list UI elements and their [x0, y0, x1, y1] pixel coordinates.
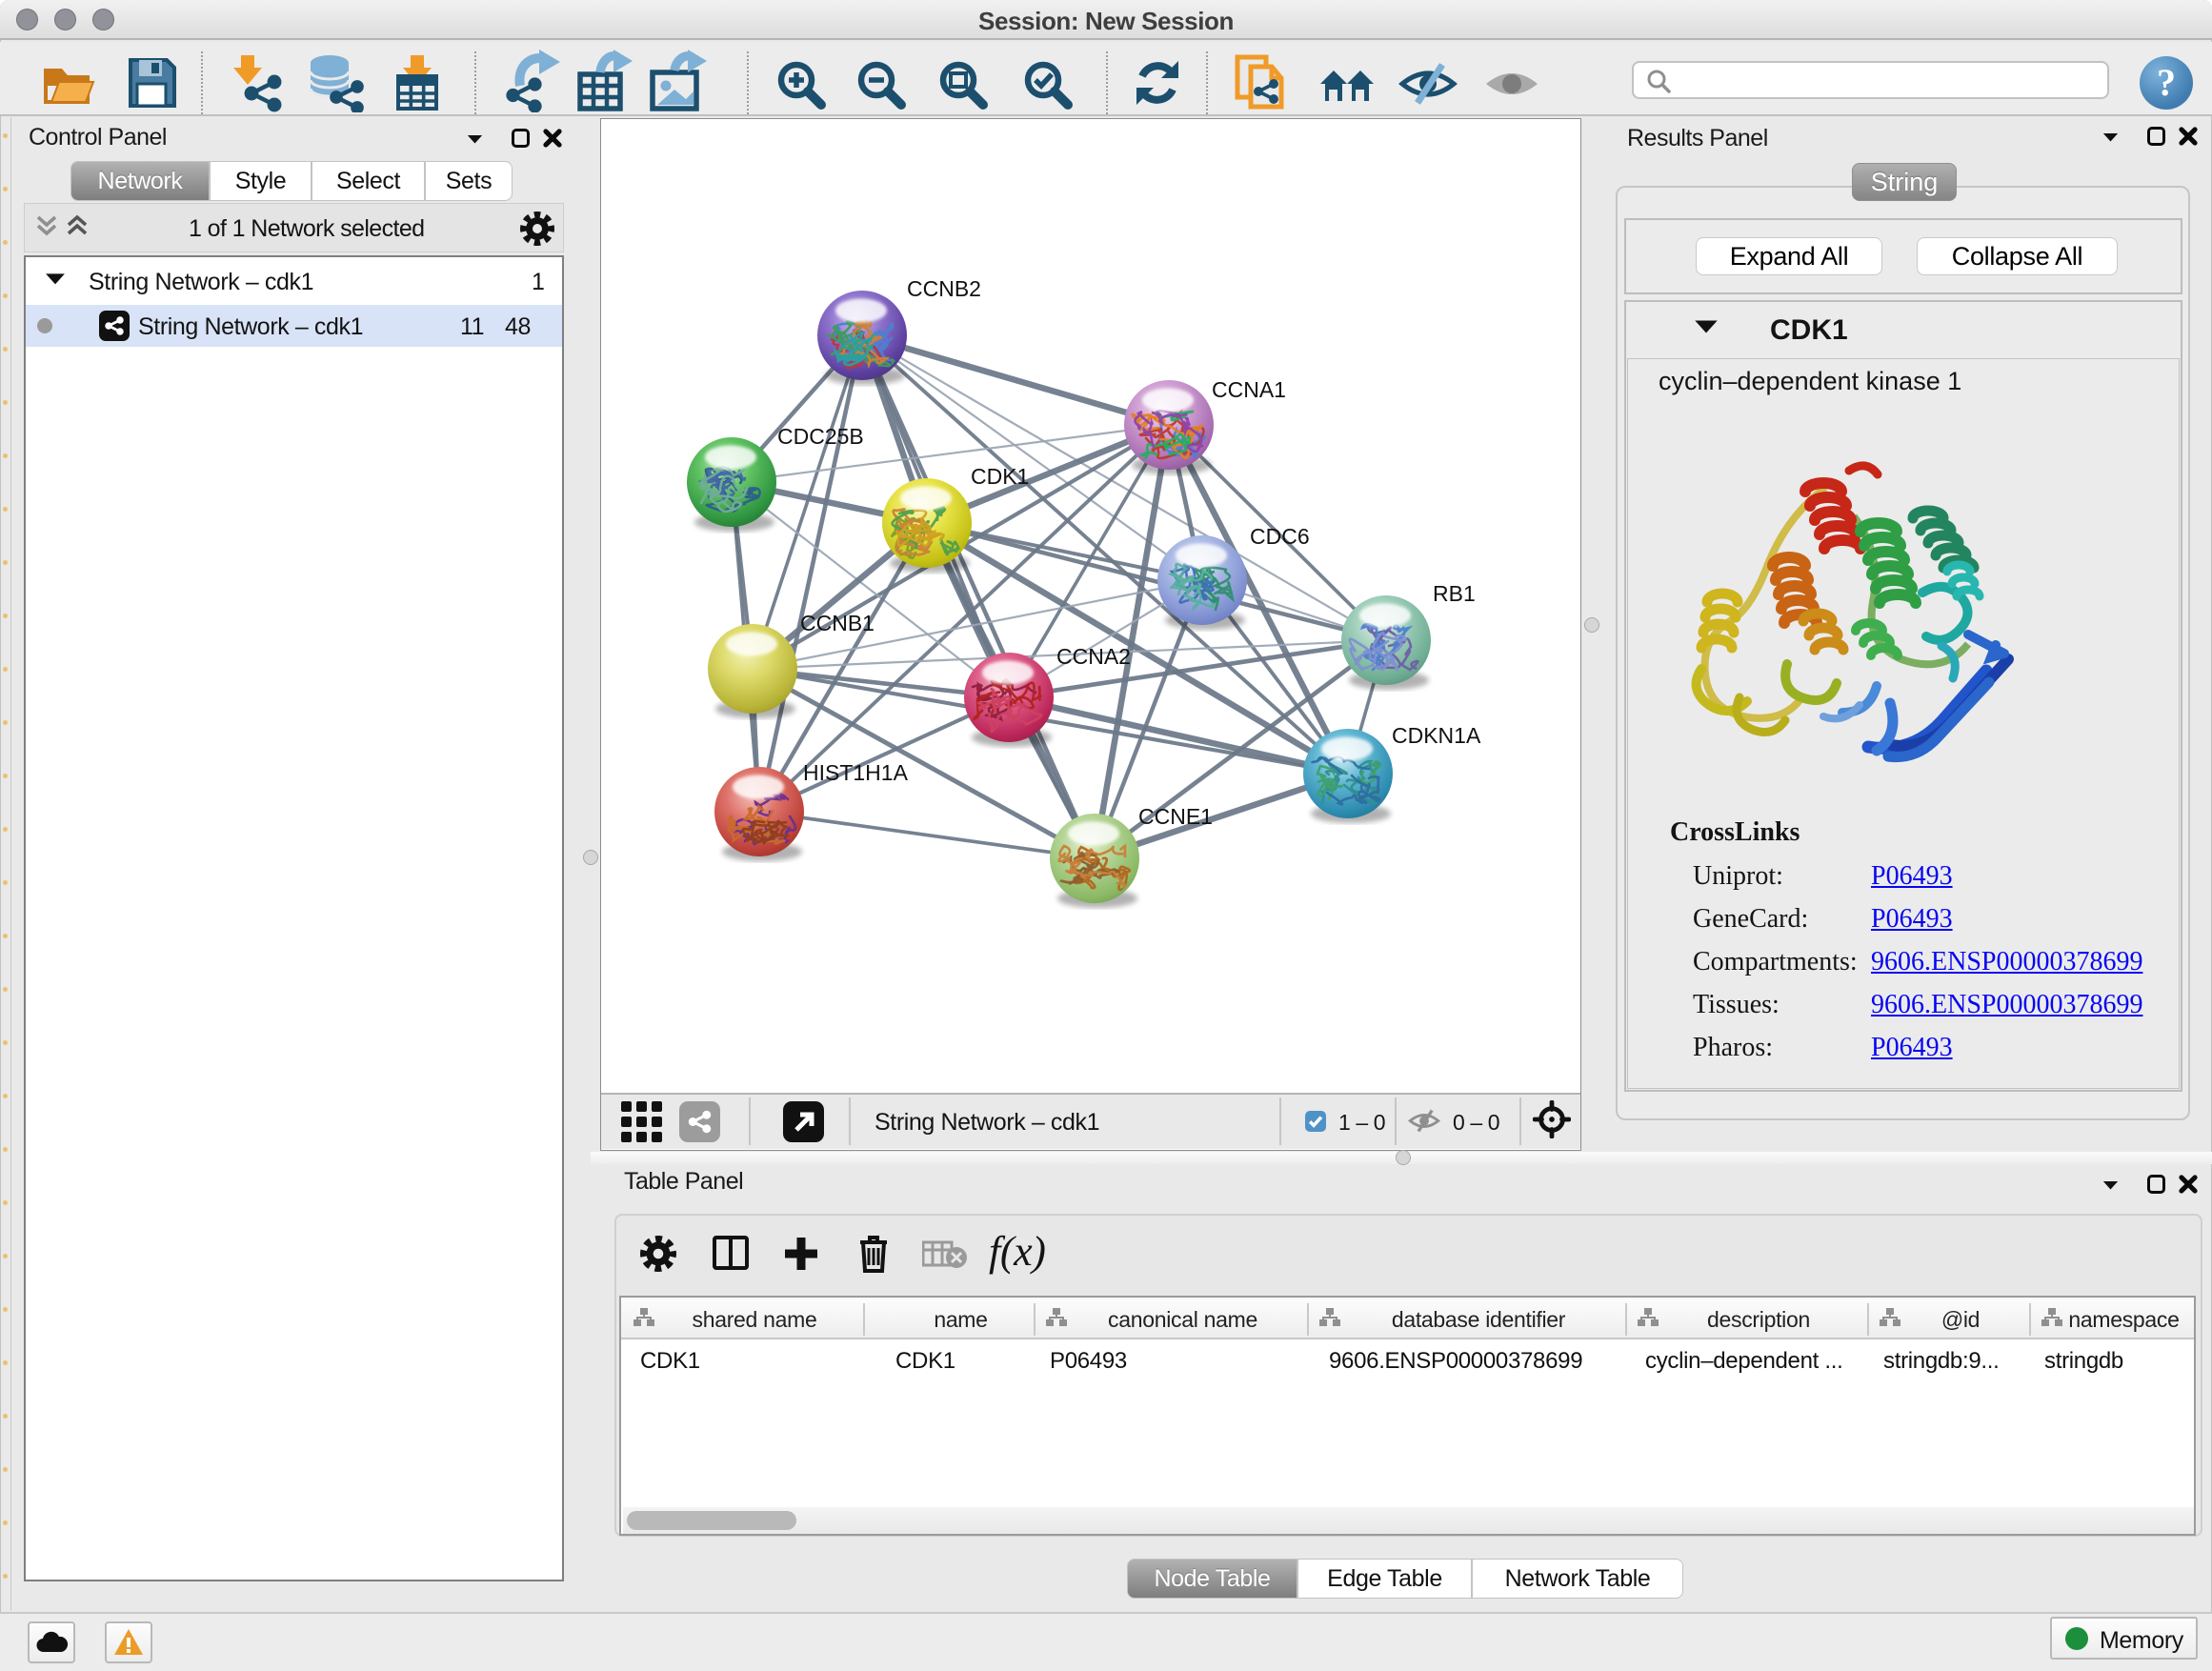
svg-text:RB1: RB1	[1433, 581, 1476, 606]
svg-text:CDC6: CDC6	[1250, 524, 1310, 549]
svg-text:CCNA1: CCNA1	[1212, 377, 1286, 402]
svg-text:CCNB1: CCNB1	[800, 611, 875, 635]
svg-text:CCNB2: CCNB2	[907, 276, 981, 301]
svg-text:CCNA2: CCNA2	[1056, 644, 1131, 669]
svg-text:HIST1H1A: HIST1H1A	[803, 760, 909, 785]
svg-text:CDK1: CDK1	[971, 464, 1029, 489]
svg-text:CDC25B: CDC25B	[777, 424, 864, 449]
svg-text:CCNE1: CCNE1	[1138, 804, 1213, 829]
svg-text:CDKN1A: CDKN1A	[1392, 723, 1481, 748]
